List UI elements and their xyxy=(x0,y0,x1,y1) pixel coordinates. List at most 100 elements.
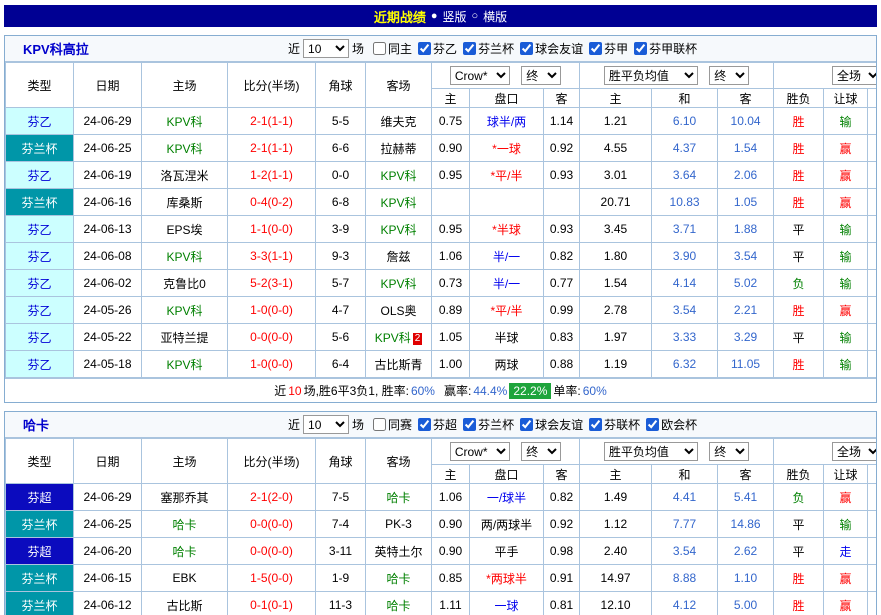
haka-league-checkbox-0[interactable] xyxy=(418,418,431,431)
card-count-badge: 2 xyxy=(413,333,423,345)
cell-result: 负 xyxy=(774,270,824,297)
summary-stats: 近10场,胜6平3负1, 胜率:60% 赢率:44.4% 22.2% 单率:60… xyxy=(5,378,876,402)
cell-result: 胜 xyxy=(774,189,824,216)
haka-wdl-average-select[interactable]: 胜平负均值 xyxy=(604,442,698,461)
cell-win-odds: 4.55 xyxy=(580,135,652,162)
cell-score: 0-0(0-0) xyxy=(228,511,316,538)
col-date: 日期 xyxy=(74,63,142,108)
col-handicap-away: 客 xyxy=(544,89,580,108)
cell-corners: 7-5 xyxy=(316,484,366,511)
cell-handicap-away-odds xyxy=(544,189,580,216)
cell-league-type: 芬乙 xyxy=(6,324,74,351)
cell-league-type: 芬超 xyxy=(6,484,74,511)
cell-win-odds: 1.12 xyxy=(580,511,652,538)
kpv-league-checkbox-4[interactable] xyxy=(634,42,647,55)
horizontal-layout-radio-icon[interactable]: ○ xyxy=(472,10,479,22)
col-handicap-home: 主 xyxy=(432,89,470,108)
cell-handicap-home-odds: 0.73 xyxy=(432,270,470,297)
kpv-same-checkbox[interactable] xyxy=(373,42,386,55)
cell-draw-odds: 4.37 xyxy=(652,135,718,162)
haka-same-filter[interactable]: 同赛 xyxy=(373,416,412,433)
kpv-wdl-average-select[interactable]: 胜平负均值 xyxy=(604,66,698,85)
cell-lose-odds: 10.04 xyxy=(718,108,774,135)
summary-count: 10 xyxy=(288,384,301,398)
haka-scope-select-cell: 全场 xyxy=(774,439,877,465)
cell-goals xyxy=(868,592,877,615)
kpv-league-filter-2[interactable]: 球会友谊 xyxy=(520,40,583,57)
cell-goals xyxy=(868,189,877,216)
haka-scope-select[interactable]: 全场 xyxy=(832,442,877,461)
kpv-wdl-time-select[interactable]: 终 xyxy=(709,66,749,85)
match-row: 芬乙24-06-19洛瓦涅米1-2(1-1)0-0KPV科0.95*平/半0.9… xyxy=(6,162,878,189)
cell-league-type: 芬兰杯 xyxy=(6,189,74,216)
kpv-league-filter-4[interactable]: 芬甲联杯 xyxy=(634,40,697,57)
haka-league-checkbox-3[interactable] xyxy=(589,418,602,431)
kpv-same-filter[interactable]: 同主 xyxy=(373,40,412,57)
cell-handicap-result: 赢 xyxy=(824,565,868,592)
cell-result: 胜 xyxy=(774,592,824,615)
haka-odds-time-select[interactable]: 终 xyxy=(521,442,561,461)
haka-league-filter-0[interactable]: 芬超 xyxy=(418,416,457,433)
matches-label: 场 xyxy=(352,416,364,433)
vertical-layout-radio-icon[interactable]: ● xyxy=(431,10,438,22)
cell-date: 24-06-29 xyxy=(74,108,142,135)
haka-league-filter-1[interactable]: 芬兰杯 xyxy=(463,416,514,433)
haka-league-checkbox-2[interactable] xyxy=(520,418,533,431)
cell-score: 2-1(1-1) xyxy=(228,108,316,135)
cell-handicap: *一球 xyxy=(470,135,544,162)
match-row: 芬超24-06-29塞那乔其2-1(2-0)7-5哈卡1.06一/球半0.821… xyxy=(6,484,878,511)
cell-draw-odds: 6.10 xyxy=(652,108,718,135)
haka-league-checkbox-1[interactable] xyxy=(463,418,476,431)
cell-home-team: 哈卡 xyxy=(142,511,228,538)
kpv-odds-time-select[interactable]: 终 xyxy=(521,66,561,85)
kpv-league-checkbox-1[interactable] xyxy=(463,42,476,55)
cell-league-type: 芬乙 xyxy=(6,351,74,378)
haka-league-filter-2[interactable]: 球会友谊 xyxy=(520,416,583,433)
cell-corners: 11-3 xyxy=(316,592,366,615)
haka-odds-company-select[interactable]: Crow* xyxy=(450,442,510,461)
cell-result: 胜 xyxy=(774,565,824,592)
cell-goals xyxy=(868,351,877,378)
cell-lose-odds: 2.21 xyxy=(718,297,774,324)
haka-recent-count-select[interactable]: 10 xyxy=(303,415,349,434)
cell-handicap-result: 输 xyxy=(824,108,868,135)
haka-league-checkbox-4[interactable] xyxy=(646,418,659,431)
cell-handicap-away-odds: 0.92 xyxy=(544,511,580,538)
cell-league-type: 芬兰杯 xyxy=(6,511,74,538)
cell-away-team: KPV科2 xyxy=(366,324,432,351)
kpv-league-filter-3[interactable]: 芬甲 xyxy=(589,40,628,57)
kpv-scope-select[interactable]: 全场 xyxy=(832,66,877,85)
kpv-recent-count-select[interactable]: 10 xyxy=(303,39,349,58)
cell-handicap-home-odds xyxy=(432,189,470,216)
kpv-league-checkbox-0[interactable] xyxy=(418,42,431,55)
cell-handicap: 球半/两 xyxy=(470,108,544,135)
haka-league-filter-3[interactable]: 芬联杯 xyxy=(589,416,640,433)
kpv-league-checkbox-3[interactable] xyxy=(589,42,602,55)
cell-handicap-result: 赢 xyxy=(824,297,868,324)
haka-wdl-time-select[interactable]: 终 xyxy=(709,442,749,461)
cell-result: 胜 xyxy=(774,162,824,189)
vertical-layout-label[interactable]: 竖版 xyxy=(442,8,466,25)
cell-date: 24-06-25 xyxy=(74,511,142,538)
cell-handicap-result: 输 xyxy=(824,270,868,297)
cell-score: 0-4(0-2) xyxy=(228,189,316,216)
haka-league-label-3: 芬联杯 xyxy=(604,416,640,433)
horizontal-layout-label[interactable]: 横版 xyxy=(483,8,507,25)
kpv-league-filter-1[interactable]: 芬兰杯 xyxy=(463,40,514,57)
haka-wdl-selects: 胜平负均值 终 xyxy=(580,439,774,465)
cell-date: 24-06-12 xyxy=(74,592,142,615)
col-home: 主场 xyxy=(142,439,228,484)
col-date: 日期 xyxy=(74,439,142,484)
cell-date: 24-06-13 xyxy=(74,216,142,243)
kpv-league-filter-0[interactable]: 芬乙 xyxy=(418,40,457,57)
kpv-league-checkbox-2[interactable] xyxy=(520,42,533,55)
cell-league-type: 芬兰杯 xyxy=(6,565,74,592)
titlebar: 近期战绩 ● 竖版 ○ 横版 xyxy=(4,5,877,27)
cell-score: 1-1(0-0) xyxy=(228,216,316,243)
cell-goals xyxy=(868,216,877,243)
cell-score: 0-0(0-0) xyxy=(228,538,316,565)
haka-same-checkbox[interactable] xyxy=(373,418,386,431)
haka-league-filter-4[interactable]: 欧会杯 xyxy=(646,416,697,433)
kpv-odds-company-select[interactable]: Crow* xyxy=(450,66,510,85)
cell-away-team: 哈卡 xyxy=(366,592,432,615)
